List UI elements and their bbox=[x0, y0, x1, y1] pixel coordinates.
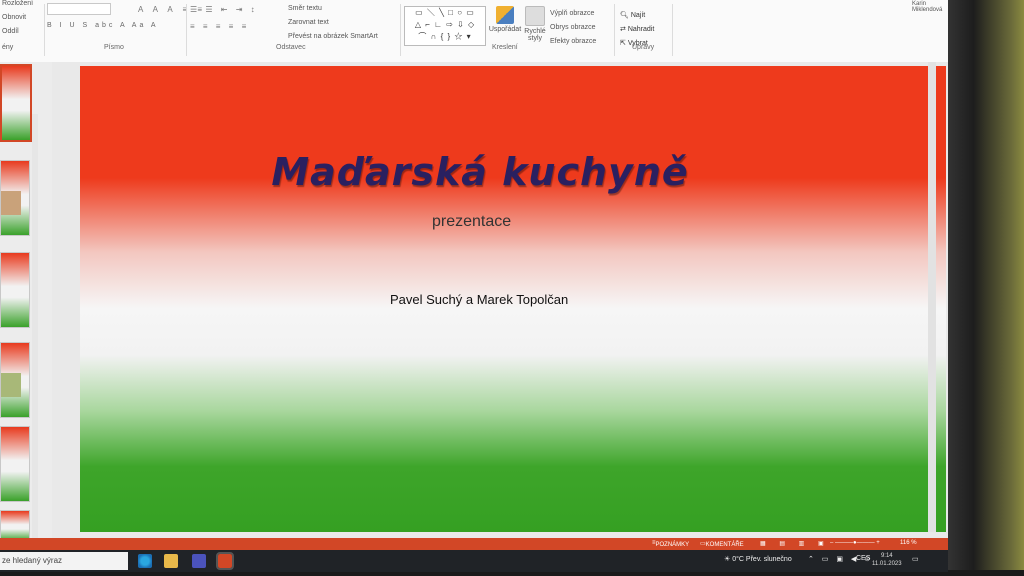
powerpoint-window: Rozložení Obnovit Oddíl ény A A A ≡ ≡ B … bbox=[0, 0, 948, 572]
quick-styles-icon bbox=[525, 6, 545, 26]
zoom-level[interactable]: 116 % bbox=[900, 540, 917, 546]
paragraph-group-label: Odstavec bbox=[276, 44, 306, 51]
ribbon: Rozložení Obnovit Oddíl ény A A A ≡ ≡ B … bbox=[0, 0, 948, 63]
shape-effects-button[interactable]: Efekty obrazce bbox=[550, 38, 596, 45]
thumbnail-image bbox=[1, 373, 21, 397]
slide-thumbnail[interactable] bbox=[0, 160, 30, 236]
weather-text: 0°C Přev. slunečno bbox=[732, 556, 792, 563]
slides-group-label: ény bbox=[2, 44, 14, 51]
clock-date: 11.01.2023 bbox=[872, 561, 902, 567]
notes-button[interactable]: ≡ POZNÁMKY bbox=[652, 540, 689, 548]
slides-group: Rozložení Obnovit Oddíl ény bbox=[0, 0, 44, 62]
separator bbox=[672, 4, 673, 56]
slide[interactable]: Maďarská kuchyně prezentace Pavel Suchý … bbox=[80, 66, 946, 532]
separator bbox=[400, 4, 401, 56]
zoom-slider[interactable]: – ———●——— + bbox=[830, 540, 880, 546]
slide-authors[interactable]: Pavel Suchý a Marek Topolčan bbox=[390, 292, 568, 307]
slide-thumbnail[interactable] bbox=[0, 252, 30, 328]
find-label: Najít bbox=[630, 12, 646, 19]
file-explorer-icon[interactable] bbox=[164, 554, 178, 568]
taskbar: ze hledaný výraz ☀ 0°C Přev. slunečno ⌃ … bbox=[0, 550, 948, 572]
font-group-label: Písmo bbox=[104, 44, 124, 51]
reset-button[interactable]: Obnovit bbox=[2, 14, 26, 21]
clock-time: 9:14 bbox=[880, 553, 893, 559]
align-text-button[interactable]: Zarovnat text bbox=[288, 19, 329, 26]
canvas-scrollbar[interactable] bbox=[928, 62, 936, 532]
replace-button[interactable]: ⇄ Nahradit bbox=[620, 25, 654, 33]
slide-thumbnail[interactable] bbox=[0, 64, 32, 142]
shapes-gallery[interactable]: ▭ ＼ ╲ □ ○ ▭ △ ⌐ ∟ ⇨ ⇩ ◇ ⌒ ∩ { } ☆ ▾ bbox=[404, 6, 486, 46]
language-indicator[interactable]: CES bbox=[856, 555, 870, 562]
convert-smartart-button[interactable]: Převést na obrázek SmartArt bbox=[288, 33, 378, 40]
search-input[interactable]: ze hledaný výraz bbox=[0, 552, 128, 570]
shape-outline-button[interactable]: Obrys obrazce bbox=[550, 24, 596, 31]
edge-icon[interactable] bbox=[138, 554, 152, 568]
shape-fill-button[interactable]: Výplň obrazce bbox=[550, 10, 594, 17]
section-button[interactable]: Oddíl bbox=[2, 28, 19, 35]
monitor-bezel bbox=[940, 0, 1024, 576]
separator bbox=[186, 4, 187, 56]
separator bbox=[44, 4, 45, 56]
status-bar: ≡ POZNÁMKY ▭ KOMENTÁŘE ▦ ▤ ▥ ▣ – ———●———… bbox=[0, 538, 948, 550]
slide-subtitle[interactable]: prezentace bbox=[432, 213, 511, 231]
thumbnails-scrollbar[interactable] bbox=[32, 114, 38, 572]
notification-icon[interactable]: ▭ bbox=[912, 555, 919, 563]
replace-label: Nahradit bbox=[627, 26, 655, 33]
weather-widget[interactable]: ☀ 0°C Přev. slunečno bbox=[724, 555, 792, 563]
separator bbox=[614, 4, 615, 56]
arrange-icon bbox=[496, 6, 514, 24]
quick-styles-label: Rychlé styly bbox=[524, 28, 546, 42]
view-buttons[interactable]: ▦ ▤ ▥ ▣ bbox=[760, 540, 830, 547]
align-icons[interactable]: ≡ ≡ ≡ ≡ ≡ bbox=[190, 22, 249, 31]
arrange-label: Uspořádat bbox=[488, 26, 522, 33]
editing-group-label: Úpravy bbox=[632, 44, 655, 51]
user-name[interactable]: Karin Miklendová bbox=[912, 1, 948, 13]
comments-label: KOMENTÁŘE bbox=[705, 542, 744, 548]
slide-thumbnail[interactable] bbox=[0, 426, 30, 502]
font-size-box[interactable] bbox=[47, 3, 111, 15]
list-icons[interactable]: ☰ ☰ ⇤ ⇥ ↕ bbox=[190, 5, 258, 14]
thumbnail-image bbox=[1, 191, 21, 215]
layout-button[interactable]: Rozložení bbox=[2, 0, 33, 7]
arrange-button[interactable]: Uspořádat bbox=[488, 6, 522, 33]
find-button[interactable]: 🔍︎ Najít bbox=[620, 11, 645, 19]
teams-icon[interactable] bbox=[192, 554, 206, 568]
text-direction-button[interactable]: Směr textu bbox=[288, 5, 322, 12]
quick-styles-button[interactable]: Rychlé styly bbox=[522, 6, 548, 42]
clock[interactable]: 9:14 11.01.2023 bbox=[872, 552, 902, 568]
notes-label: POZNÁMKY bbox=[655, 542, 690, 548]
powerpoint-icon[interactable] bbox=[216, 552, 234, 570]
slide-thumbnails-pane bbox=[0, 62, 53, 572]
drawing-group-label: Kreslení bbox=[492, 44, 518, 51]
slide-thumbnail[interactable] bbox=[0, 342, 30, 418]
slide-title[interactable]: Maďarská kuchyně bbox=[80, 150, 880, 194]
comments-button[interactable]: ▭ KOMENTÁŘE bbox=[700, 540, 744, 548]
